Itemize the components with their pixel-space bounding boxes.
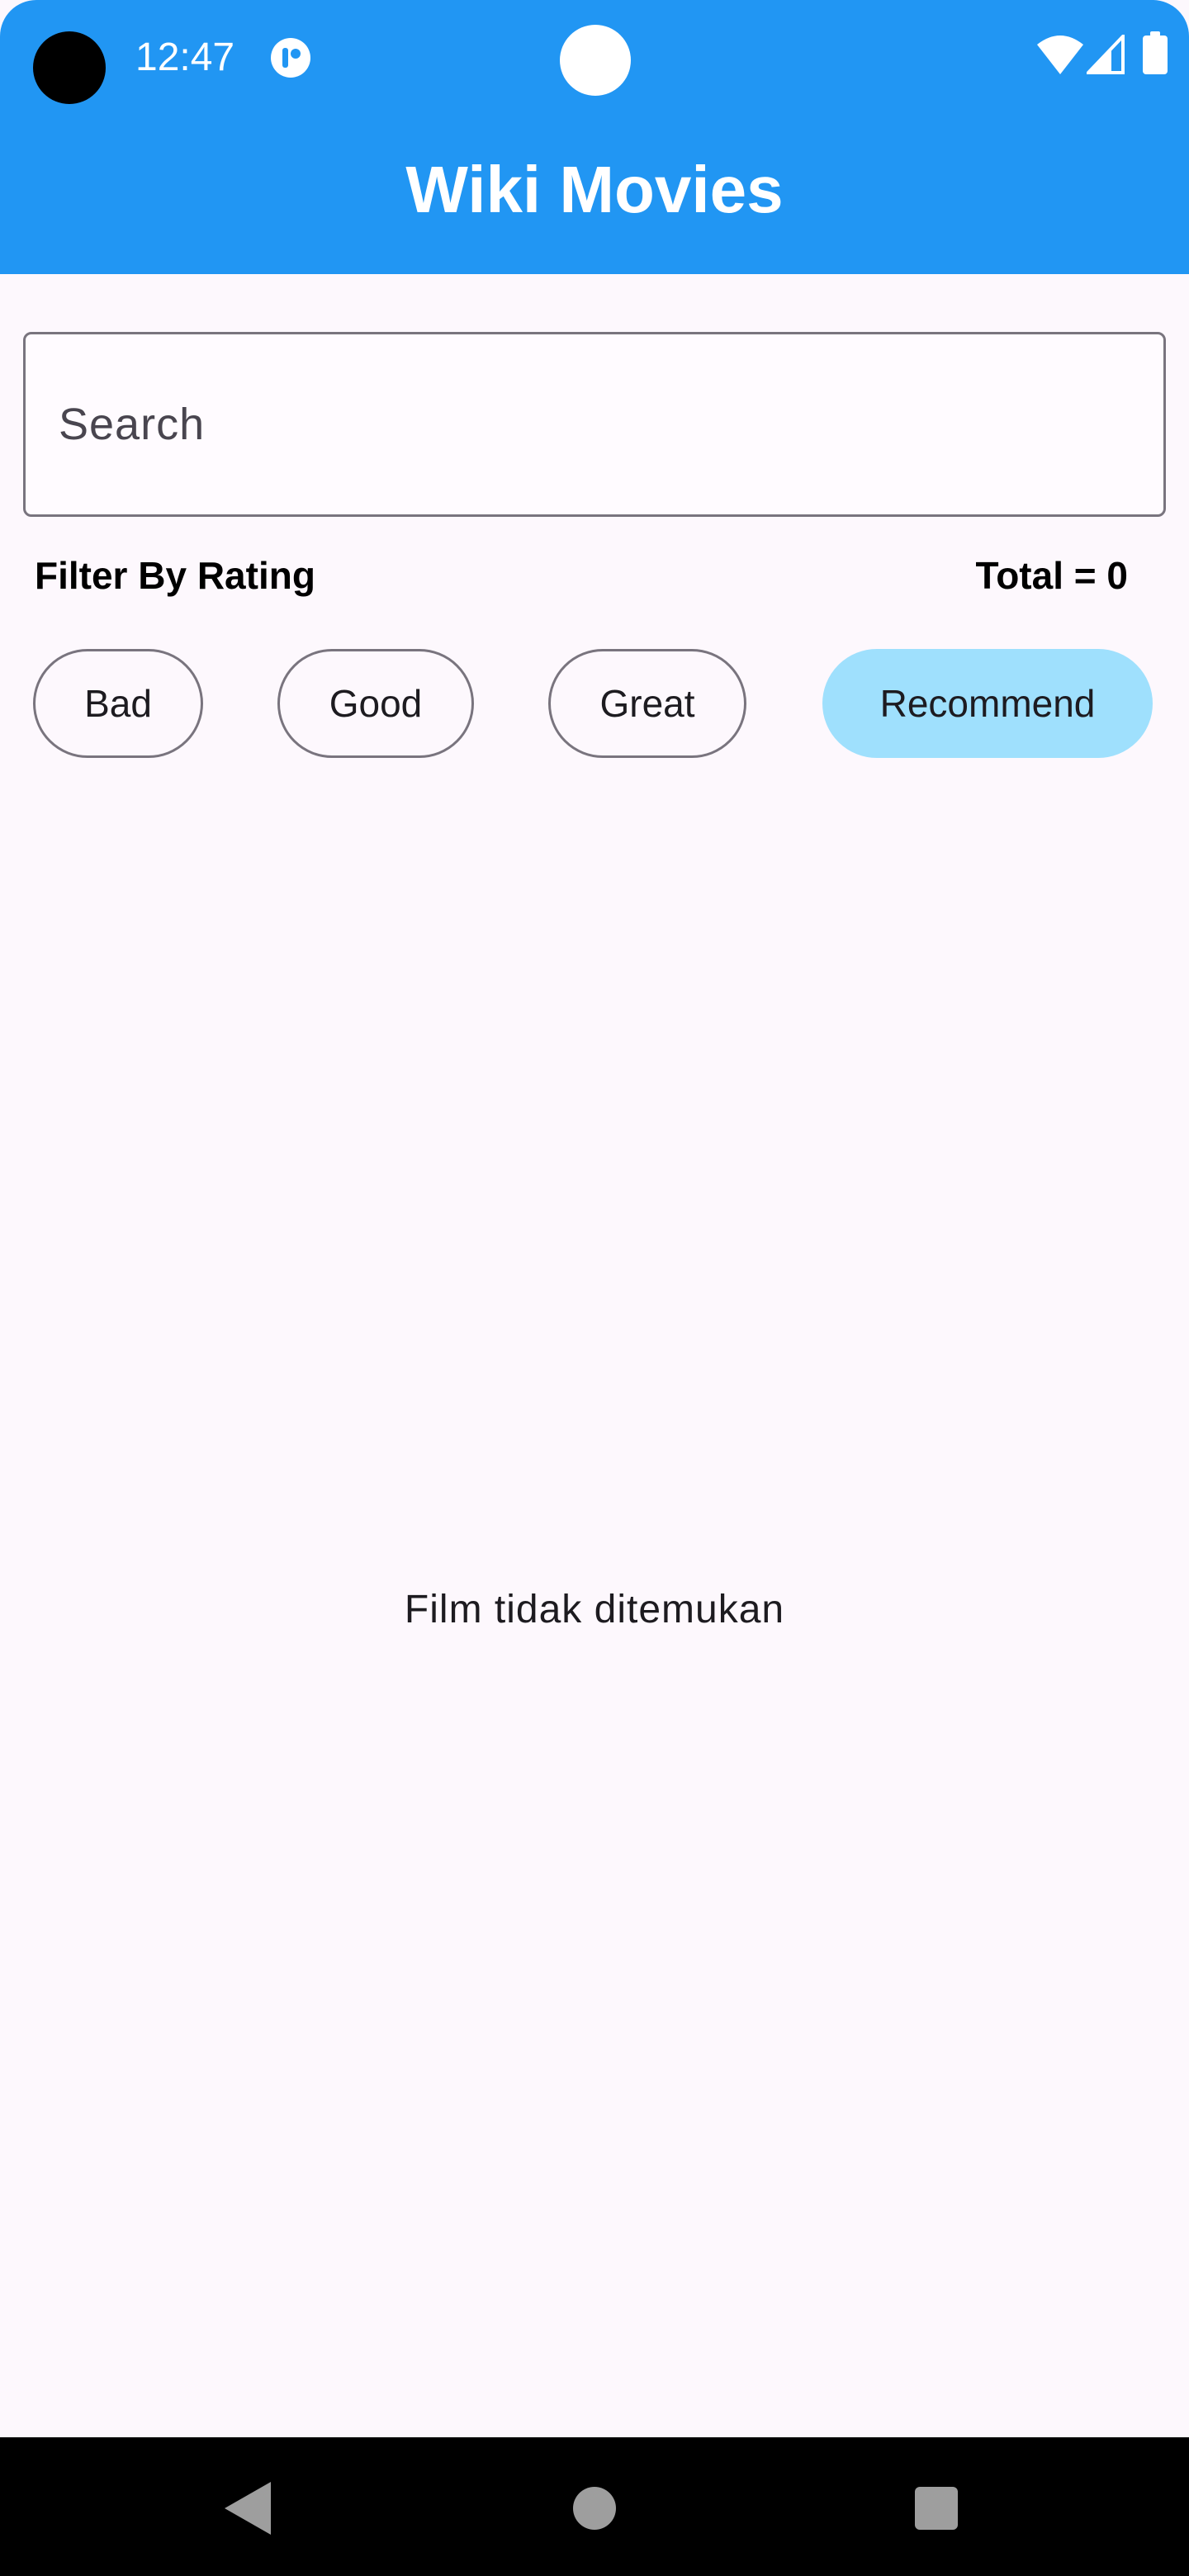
chip-great[interactable]: Great	[548, 649, 746, 758]
chip-good[interactable]: Good	[277, 649, 474, 758]
recents-icon[interactable]	[915, 2487, 958, 2530]
chip-recommend[interactable]: Recommend	[822, 649, 1153, 758]
search-field[interactable]	[23, 332, 1166, 517]
wifi-icon	[1037, 36, 1083, 74]
cell-signal-icon	[1087, 35, 1125, 74]
center-indicator-dot	[560, 25, 631, 96]
app-notification-icon	[271, 38, 310, 78]
status-time: 12:47	[135, 36, 235, 79]
camera-cutout	[33, 31, 106, 104]
home-icon[interactable]	[573, 2487, 616, 2530]
search-input[interactable]	[59, 334, 1132, 514]
app-header: 12:47 Wiki Movies	[0, 0, 1189, 274]
app-screen: 12:47 Wiki Movies Filter By Rating Total…	[0, 0, 1189, 2576]
navigation-bar	[0, 2437, 1189, 2576]
back-icon[interactable]	[225, 2482, 271, 2535]
total-count: Total = 0	[975, 554, 1128, 597]
battery-icon	[1143, 31, 1168, 74]
page-title: Wiki Movies	[405, 153, 784, 226]
chip-bad[interactable]: Bad	[33, 649, 203, 758]
empty-state-message: Film tidak ditemukan	[404, 1588, 785, 1631]
filter-label: Filter By Rating	[35, 554, 315, 597]
